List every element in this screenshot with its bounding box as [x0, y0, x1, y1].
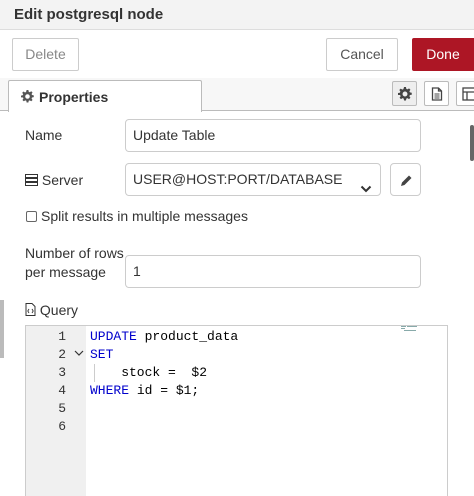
document-icon — [431, 87, 443, 101]
sql-keyword: SET — [90, 347, 114, 362]
tab-properties-label: Properties — [39, 89, 109, 105]
code-line[interactable]: WHERE id = $1; — [90, 383, 199, 398]
server-icon — [25, 174, 38, 186]
server-select-value: USER@HOST:PORT/DATABASE — [133, 171, 343, 187]
sql-keyword: WHERE — [90, 383, 130, 398]
gear-icon — [398, 87, 412, 101]
description-tab-button[interactable] — [424, 81, 449, 106]
gear-icon — [21, 90, 34, 106]
appearance-tab-button[interactable] — [456, 81, 474, 106]
code-file-icon — [25, 303, 36, 316]
code-line[interactable]: UPDATE product_data — [90, 329, 238, 344]
dialog-titlebar: Edit postgresql node — [0, 0, 474, 30]
name-input[interactable]: Update Table — [125, 119, 421, 152]
code-text: id = $1; — [129, 383, 200, 398]
code-text: product_data — [136, 329, 239, 344]
split-results-checkbox[interactable] — [26, 211, 37, 222]
pencil-icon — [401, 175, 412, 186]
line-number: 3 — [58, 365, 66, 380]
dialog-title: Edit postgresql node — [14, 6, 164, 23]
server-label: Server — [25, 172, 83, 188]
code-text: stock = $2 — [90, 365, 208, 380]
split-results-label: Split results in multiple messages — [41, 208, 248, 224]
rows-per-message-input[interactable]: 1 — [125, 255, 421, 288]
chevron-down-icon — [360, 174, 372, 204]
sql-keyword: UPDATE — [90, 329, 137, 344]
line-number: 5 — [58, 401, 66, 416]
delete-button[interactable]: Delete — [12, 38, 79, 71]
name-label: Name — [25, 127, 63, 143]
line-number: 6 — [58, 419, 66, 434]
scrollbar-thumb[interactable] — [470, 125, 474, 161]
layout-icon — [462, 87, 474, 101]
edit-server-button[interactable] — [390, 163, 421, 196]
code-line[interactable]: stock = $2 — [90, 365, 207, 380]
line-number: 4 — [58, 383, 66, 398]
code-line[interactable]: SET — [90, 347, 113, 362]
query-editor[interactable]: 1 UPDATE product_data 2 SET 3 stock = $2… — [25, 325, 448, 496]
side-panel-edge — [0, 300, 4, 358]
server-label-text: Server — [41, 172, 84, 188]
fold-chevron-icon[interactable] — [74, 347, 84, 362]
settings-tab-button[interactable] — [392, 81, 417, 106]
tab-properties[interactable]: Properties — [8, 80, 202, 112]
rows-label-line2: per message — [25, 264, 106, 280]
rows-label-line1: Number of rows — [25, 245, 124, 261]
query-label-text: Query — [39, 302, 79, 318]
line-number: 1 — [58, 329, 66, 344]
line-number: 2 — [58, 347, 66, 362]
query-label: Query — [25, 302, 78, 318]
editor-minimap — [401, 326, 419, 332]
server-select[interactable]: USER@HOST:PORT/DATABASE — [125, 163, 381, 196]
done-button[interactable]: Done — [412, 38, 474, 71]
cancel-button[interactable]: Cancel — [326, 38, 398, 71]
